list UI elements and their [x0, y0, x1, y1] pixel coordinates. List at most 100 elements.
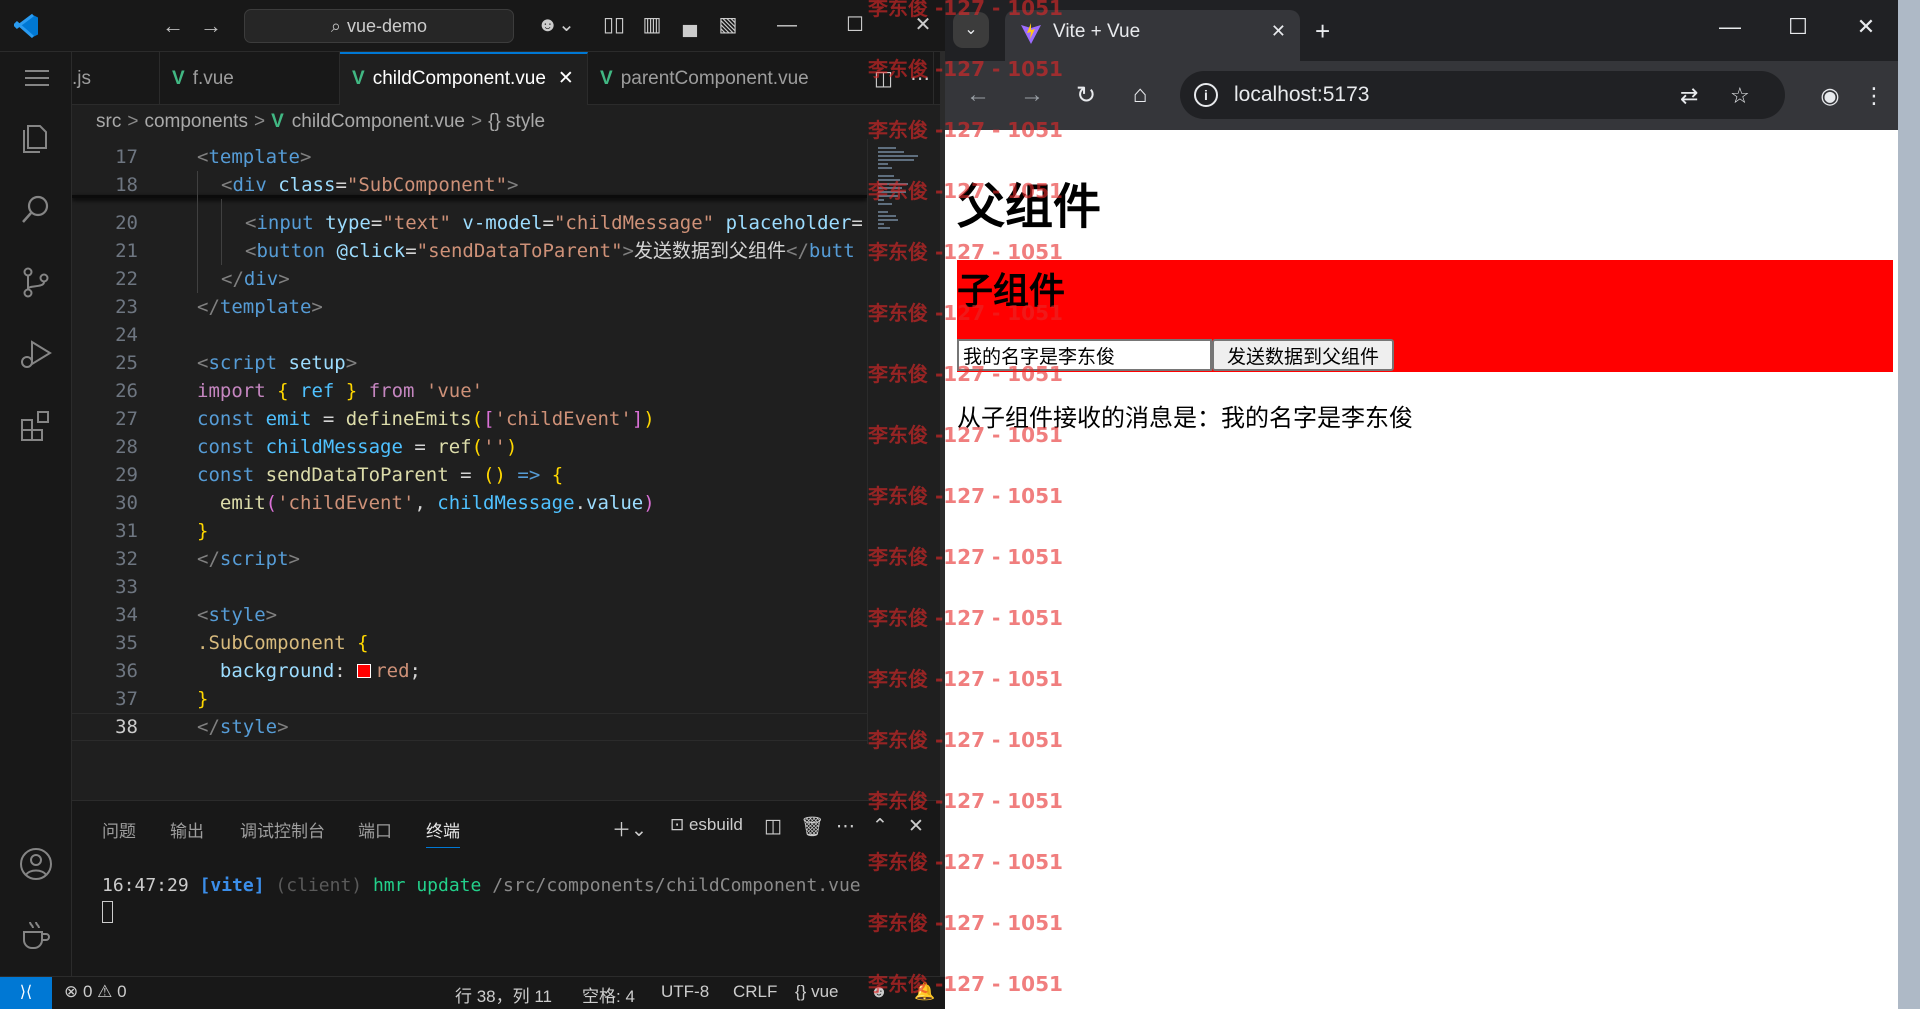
line-number[interactable]: 24 [72, 321, 138, 349]
cursor-position[interactable]: 行 38，列 11 [455, 982, 552, 1007]
panel-tab-output[interactable]: 输出 [170, 817, 204, 842]
split-editor-icon[interactable]: ◫ [874, 66, 893, 91]
notifications-bell-icon[interactable]: 🔔 [914, 982, 935, 1002]
panel-tab-problems[interactable]: 问题 [102, 817, 136, 842]
line-number[interactable]: 22 [72, 265, 138, 293]
home-icon[interactable]: ⌂ [1125, 81, 1155, 109]
terminal-selector[interactable]: ⊡ esbuild [670, 815, 743, 835]
code-line[interactable]: 35 .SubComponent { [72, 629, 867, 657]
code-line[interactable]: 31} [72, 517, 867, 545]
split-terminal-icon[interactable]: ◫ [764, 815, 782, 838]
customize-layout-icon[interactable]: ▯▯ [602, 13, 626, 37]
tab-childcomponent-vue[interactable]: VchildComponent.vue ✕ [340, 52, 588, 105]
more-actions-icon[interactable]: ⋯ [836, 815, 855, 838]
problems-status[interactable]: ⊗ 0 ⚠ 0 [64, 982, 127, 1002]
command-center-search[interactable]: ⌕ vue-demo [244, 9, 514, 43]
toggle-secondary-sidebar-icon[interactable]: ▧ [716, 13, 740, 37]
line-number[interactable]: 31 [72, 517, 138, 545]
browser-menu-icon[interactable]: ⋮ [1859, 83, 1889, 109]
line-number[interactable]: 25 [72, 349, 138, 377]
line-number[interactable]: 33 [72, 573, 138, 601]
profile-avatar-icon[interactable]: ◉ [1815, 83, 1845, 109]
maximize-icon[interactable]: ☐ [840, 10, 870, 40]
new-terminal-icon[interactable]: ＋⌄ [612, 815, 647, 842]
code-line[interactable]: 29 const sendDataToParent = () => { [72, 461, 867, 489]
code-line[interactable]: 25 <script setup> [72, 349, 867, 377]
menu-icon[interactable] [22, 66, 52, 90]
site-info-icon[interactable]: i [1194, 83, 1218, 107]
line-number[interactable]: 28 [72, 433, 138, 461]
code-line[interactable]: 24 [72, 321, 867, 349]
forward-arrow-icon[interactable]: → [1017, 81, 1047, 109]
line-number[interactable]: 34 [72, 601, 138, 629]
child-message-input[interactable] [957, 339, 1212, 371]
code-line[interactable]: 21 <button @click="sendDataToParent">发送数据… [72, 237, 867, 265]
forward-arrow-icon[interactable]: → [200, 13, 222, 39]
code-line[interactable]: 26 import { ref } from 'vue' [72, 377, 867, 405]
line-number[interactable]: 26 [72, 377, 138, 405]
code-line[interactable]: 34 <style> [72, 601, 867, 629]
line-number[interactable]: 32 [72, 545, 138, 573]
new-tab-plus-icon[interactable]: + [1315, 16, 1330, 47]
breadcrumb-file[interactable]: childComponent.vue [292, 111, 465, 132]
accounts-icon[interactable] [18, 846, 54, 882]
search-icon[interactable] [18, 192, 54, 228]
line-number[interactable]: 17 [72, 143, 138, 171]
code-line[interactable]: 27 const emit = defineEmits(['childEvent'… [72, 405, 867, 433]
indentation[interactable]: 空格: 4 [582, 982, 635, 1007]
breadcrumb-src[interactable]: src [96, 111, 121, 132]
code-line[interactable]: 30 emit('childEvent', childMessage.value… [72, 489, 867, 517]
minimize-icon[interactable]: — [1715, 14, 1745, 40]
tab-js[interactable]: .js [72, 52, 160, 105]
line-number[interactable]: 27 [72, 405, 138, 433]
code-line[interactable]: 33 [72, 573, 867, 601]
copilot-icon[interactable]: ☻⌄ [536, 13, 576, 37]
terminal-cursor[interactable] [102, 901, 113, 923]
copilot-status-icon[interactable]: ☻ [870, 982, 888, 1002]
run-debug-icon[interactable] [18, 336, 54, 372]
send-to-parent-button[interactable]: 发送数据到父组件 [1212, 339, 1394, 371]
code-line[interactable]: 36 background: red; [72, 657, 867, 685]
code-line[interactable]: 22 </div> [72, 265, 867, 293]
close-tab-icon[interactable]: ✕ [558, 68, 574, 89]
code-editor[interactable]: 17 <template> 18 <div class="SubComponent">… [72, 139, 867, 744]
minimize-icon[interactable]: — [772, 10, 802, 40]
extensions-icon[interactable] [18, 408, 54, 444]
code-line[interactable]: 23 </template> [72, 293, 867, 321]
code-line[interactable]: 28 const childMessage = ref('') [72, 433, 867, 461]
back-arrow-icon[interactable]: ← [162, 13, 184, 39]
toggle-primary-sidebar-icon[interactable]: ▥ [640, 13, 664, 37]
line-number[interactable]: 21 [72, 237, 138, 265]
panel-tab-ports[interactable]: 端口 [358, 817, 392, 842]
code-line[interactable]: 37} [72, 685, 867, 713]
close-window-icon[interactable]: ✕ [908, 10, 938, 40]
close-panel-icon[interactable]: ✕ [908, 815, 924, 838]
close-window-icon[interactable]: ✕ [1851, 14, 1881, 40]
reload-icon[interactable]: ↻ [1071, 81, 1101, 110]
tab-f-vue[interactable]: Vf.vue [160, 52, 340, 105]
code-line[interactable]: 20 <input type="text" v-model="childMessa… [72, 209, 867, 237]
manage-gear-icon[interactable] [18, 916, 54, 952]
explorer-icon[interactable] [18, 120, 54, 156]
breadcrumb-symbol[interactable]: {} style [488, 111, 545, 132]
more-actions-icon[interactable]: ⋯ [910, 66, 930, 91]
maximize-panel-icon[interactable]: ⌃ [872, 815, 888, 838]
minimap[interactable] [867, 139, 945, 744]
tab-search-chevron-down-icon[interactable]: ⌄ [953, 12, 989, 48]
code-line[interactable]: 17 <template> [72, 143, 867, 171]
line-number[interactable]: 23 [72, 293, 138, 321]
bookmark-star-icon[interactable]: ☆ [1730, 83, 1750, 109]
line-number[interactable]: 30 [72, 489, 138, 517]
encoding[interactable]: UTF-8 [661, 982, 709, 1002]
line-number[interactable]: 35 [72, 629, 138, 657]
line-ending[interactable]: CRLF [733, 982, 777, 1002]
line-number[interactable]: 37 [72, 685, 138, 713]
line-number[interactable]: 36 [72, 657, 138, 685]
source-control-icon[interactable] [18, 264, 54, 300]
breadcrumb-components[interactable]: components [144, 111, 248, 132]
toggle-panel-icon[interactable]: ▄ [678, 13, 702, 37]
line-number[interactable]: 18 [72, 171, 138, 199]
panel-tab-debug-console[interactable]: 调试控制台 [240, 817, 325, 842]
browser-tab-vite-vue[interactable]: Vite + Vue ✕ [1005, 10, 1300, 61]
code-line[interactable]: 18 <div class="SubComponent"> [72, 171, 867, 199]
